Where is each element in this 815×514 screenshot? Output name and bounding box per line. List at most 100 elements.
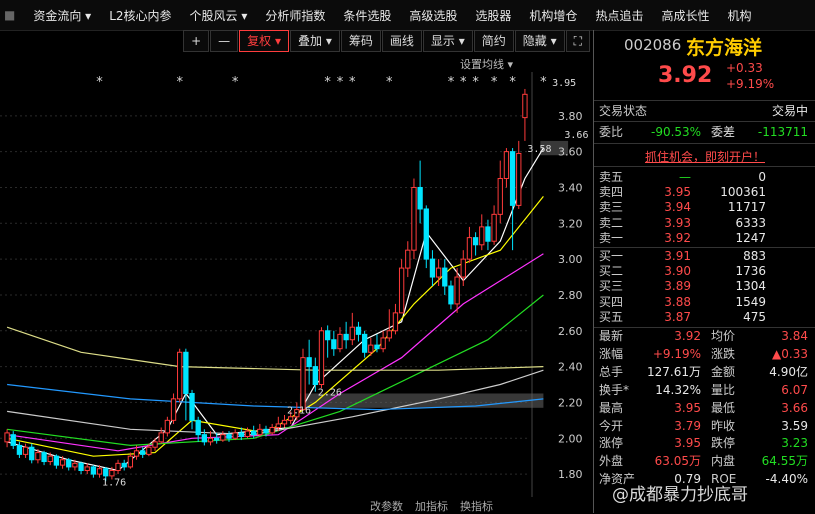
- buy-level-row[interactable]: 买五 3.87 475: [599, 310, 811, 325]
- set-ma-button[interactable]: 设置均线 ▾: [460, 56, 513, 72]
- candle-body: [281, 419, 288, 425]
- stat-value: 3.95: [674, 400, 701, 415]
- chips-button[interactable]: 筹码: [340, 30, 381, 52]
- buy-level-row[interactable]: 买二 3.90 1736: [599, 264, 811, 279]
- change-params-tab[interactable]: 改参数: [370, 498, 403, 514]
- level-price: 3.88: [664, 294, 691, 309]
- adjust-button[interactable]: 复权 ▾: [239, 30, 290, 52]
- stat-value: 3.66: [781, 400, 808, 415]
- zoom-in-button[interactable]: +: [183, 30, 210, 52]
- candle-body: [238, 432, 244, 437]
- add-indicator-tab[interactable]: 加指标: [415, 498, 448, 514]
- candle-body: [4, 432, 10, 443]
- candle-body: [288, 416, 294, 421]
- open-account-link[interactable]: 抓住机会，即刻开户！: [594, 148, 815, 165]
- divider: [594, 121, 815, 122]
- candle-body: [164, 419, 171, 434]
- weibi-label: 委比: [599, 125, 624, 139]
- y-tick-label: 3.20: [558, 217, 583, 230]
- candle-body: [189, 392, 195, 421]
- level-label: 买一: [599, 249, 624, 263]
- price-annotation: 3.95: [552, 78, 576, 89]
- buy-level-row[interactable]: 买三 3.89 1304: [599, 279, 811, 294]
- level-price: —: [679, 170, 691, 184]
- overlay-button[interactable]: 叠加 ▾: [290, 30, 340, 52]
- watermark-text: @成都暴力抄底哥: [612, 485, 748, 505]
- candle-body: [331, 339, 337, 350]
- menu-item-analyst[interactable]: 分析师指数: [256, 7, 334, 24]
- candle-body: [312, 366, 318, 386]
- price-change: +0.33 +9.19%: [726, 60, 774, 92]
- candle-body: [417, 186, 423, 210]
- menu-item-screener[interactable]: 选股器: [466, 7, 520, 24]
- candle-body: [207, 437, 214, 443]
- simple-button[interactable]: 简约: [473, 30, 514, 52]
- draw-line-button[interactable]: 画线: [381, 30, 422, 52]
- candle-body: [72, 462, 78, 468]
- menu-item-fund-flow[interactable]: 资金流向 ▾: [24, 7, 100, 24]
- stat-label: 金额: [711, 364, 736, 379]
- quote-panel: 002086 东方海洋 3.92 +0.33 +9.19% 交易状态 交易中 委…: [593, 30, 815, 513]
- menu-item-advanced[interactable]: 高级选股: [400, 7, 466, 24]
- menu-item-inst[interactable]: 机构: [718, 7, 760, 24]
- display-button[interactable]: 显示 ▾: [422, 30, 473, 52]
- candle-body: [146, 446, 152, 455]
- candle-body: [472, 237, 479, 246]
- price-annotation: 3.66: [564, 130, 588, 141]
- menu-item-truncated[interactable]: ■: [0, 8, 24, 22]
- event-star-icon: *: [509, 75, 516, 90]
- candle-body: [448, 285, 454, 305]
- menu-item-stock-news[interactable]: 个股风云 ▾: [181, 7, 257, 24]
- stat-value: 63.05万: [654, 454, 701, 469]
- hide-button[interactable]: 隐藏 ▾: [514, 30, 565, 52]
- stat-value: 3.84: [781, 329, 808, 343]
- chart-toolbar: + — 复权 ▾ 叠加 ▾ 筹码 画线 显示 ▾ 简约 隐藏 ▾ ⛶: [0, 30, 590, 52]
- event-star-icon: *: [232, 75, 239, 90]
- event-star-icon: *: [324, 75, 331, 90]
- switch-indicator-tab[interactable]: 换指标: [460, 498, 493, 514]
- candle-body: [226, 434, 232, 439]
- candle-body: [466, 237, 473, 260]
- divider: [594, 166, 815, 167]
- level-price: 3.91: [664, 249, 691, 263]
- stat-row: 外盘 63.05万 内盘 64.55万: [599, 453, 811, 470]
- kline-chart[interactable]: * * * * * * * * * * * * * 3.95 3.58 3.66 2.16 2.26 1.76 3.8…: [0, 72, 590, 497]
- ma-line-ma10: [6, 196, 544, 457]
- sell-level-row[interactable]: 卖一 3.92 1247: [599, 231, 811, 246]
- level-price: 3.94: [664, 200, 691, 215]
- level-volume: 475: [743, 309, 766, 324]
- divider: [594, 247, 815, 248]
- candle-body: [516, 152, 522, 206]
- candle-body: [35, 452, 41, 461]
- sell-level-row[interactable]: 卖五 — 0: [599, 170, 811, 185]
- candle-body: [78, 462, 84, 472]
- level-volume: 1549: [735, 294, 766, 309]
- candle-body: [177, 351, 183, 400]
- last-price: 3.92: [658, 63, 713, 88]
- menu-item-l2[interactable]: L2核心内参: [100, 7, 180, 24]
- menu-item-inst-add[interactable]: 机构增仓: [520, 7, 586, 24]
- candle-body: [103, 468, 109, 477]
- candle-body: [324, 330, 331, 341]
- stat-label: 涨幅: [599, 346, 624, 361]
- level-volume: 883: [743, 249, 766, 263]
- candle-body: [90, 466, 97, 475]
- sell-level-row[interactable]: 卖四 3.95 100361: [599, 185, 811, 200]
- buy-level-row[interactable]: 买一 3.91 883: [599, 249, 811, 264]
- event-star-icon: *: [96, 75, 103, 90]
- stat-row: 涨幅 +9.19% 涨跌 ▲0.33: [599, 346, 811, 363]
- candle-body: [121, 462, 127, 468]
- sell-level-row[interactable]: 卖二 3.93 6333: [599, 216, 811, 231]
- menu-item-hot[interactable]: 热点追击: [586, 7, 652, 24]
- menu-item-condition[interactable]: 条件选股: [334, 7, 400, 24]
- candle-body: [66, 459, 72, 468]
- candle-body: [115, 462, 121, 472]
- menu-item-growth[interactable]: 高成长性: [652, 7, 718, 24]
- buy-level-row[interactable]: 买四 3.88 1549: [599, 295, 811, 310]
- sell-level-row[interactable]: 卖三 3.94 11717: [599, 200, 811, 215]
- candle-body: [220, 434, 226, 441]
- y-tick-label: 1.80: [558, 468, 583, 481]
- zoom-out-button[interactable]: —: [210, 30, 239, 52]
- level-volume: 1304: [735, 279, 766, 294]
- fullscreen-icon[interactable]: ⛶: [565, 30, 590, 52]
